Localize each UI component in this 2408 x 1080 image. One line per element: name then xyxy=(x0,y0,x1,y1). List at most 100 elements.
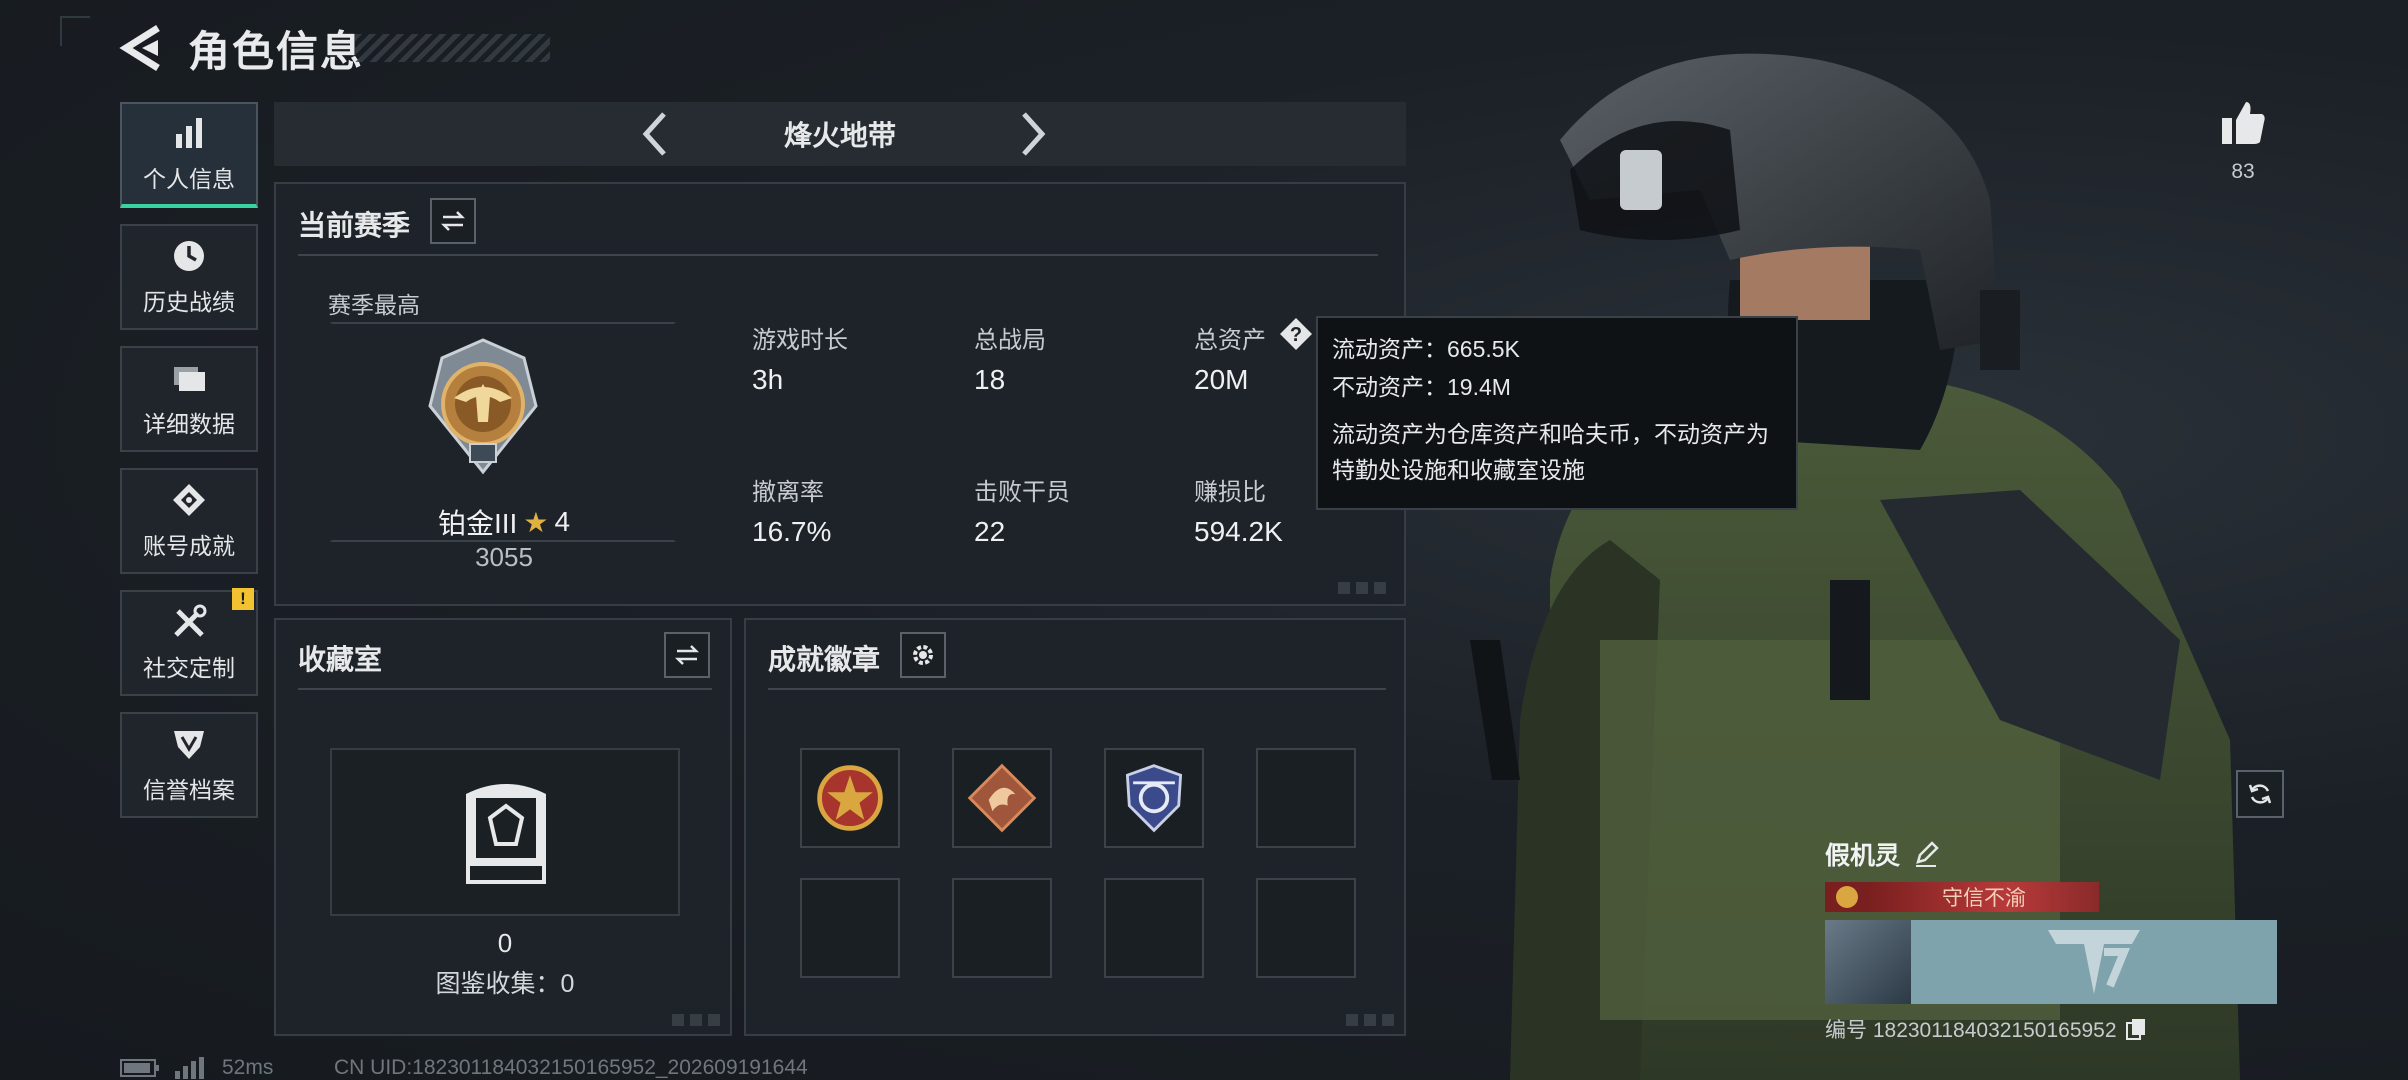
tools-icon xyxy=(174,604,207,637)
badge-slot-empty[interactable] xyxy=(1104,878,1204,978)
badge-slot[interactable] xyxy=(800,748,900,848)
stat-label: 击败干员 xyxy=(974,479,1070,506)
gear-icon xyxy=(913,645,933,665)
collection-panel: 收藏室 0 图鉴收集：0 xyxy=(274,618,732,1036)
stat-label: 撤离率 xyxy=(752,479,824,506)
sidebar-item-history[interactable]: 历史战绩 xyxy=(120,224,258,330)
stat-value: 18 xyxy=(974,364,1006,395)
mode-selector: 烽火地带 xyxy=(274,102,1406,166)
corner-decoration xyxy=(672,1014,722,1026)
edit-icon[interactable] xyxy=(1912,840,1940,868)
collection-display[interactable] xyxy=(330,748,680,916)
stat-value: 22 xyxy=(974,516,1006,547)
sidebar-item-achievements[interactable]: 账号成就 xyxy=(120,468,258,574)
rank-stars: 4 xyxy=(554,506,571,537)
sidebar-item-label: 社交定制 xyxy=(143,655,235,681)
badge-slot-empty[interactable] xyxy=(1256,878,1356,978)
help-icon[interactable]: ? xyxy=(1278,316,1314,352)
signal-icon xyxy=(175,1057,204,1079)
battery-icon xyxy=(120,1059,159,1077)
bar-chart-icon xyxy=(176,118,202,148)
sidebar-item-label: 信誉档案 xyxy=(143,777,235,803)
season-panel: 当前赛季 赛季最高 铂金III ★ 4 3055 游戏时长 3h 总战局 18 … xyxy=(274,182,1406,606)
badges-settings-button[interactable] xyxy=(900,632,946,678)
player-avatar[interactable] xyxy=(1825,920,1911,1004)
ping-value: 52ms xyxy=(222,1056,274,1079)
swap-icon xyxy=(440,211,466,231)
badge-slot[interactable] xyxy=(952,748,1052,848)
dragon-badge-icon xyxy=(967,763,1037,833)
player-card: 假机灵 守信不渝 编号 18230118403215016595​2 xyxy=(1825,836,2285,1044)
assets-tooltip: 流动资产：665.5K 不动资产：19.4M 流动资产为仓库资产和哈夫币，不动资… xyxy=(1316,316,1798,510)
rank-name: 铂金III xyxy=(437,508,518,539)
stat-value: 16.7% xyxy=(752,516,832,547)
sidebar-item-label: 个人信息 xyxy=(143,166,235,192)
season-title: 当前赛季 xyxy=(298,210,411,241)
badge-slot-empty[interactable] xyxy=(952,878,1052,978)
stat-value: 594.2K xyxy=(1194,516,1283,547)
rank-score: 3055 xyxy=(475,542,533,572)
thumbs-up-icon[interactable] xyxy=(2218,98,2268,148)
sidebar-item-social-custom[interactable]: 社交定制 ! xyxy=(120,588,258,696)
game-logo-icon xyxy=(2048,930,2140,994)
chevron-right-icon[interactable] xyxy=(1014,108,1052,160)
stat-value: 20M xyxy=(1194,364,1249,395)
chevron-left-icon[interactable] xyxy=(636,108,674,160)
back-arrow-icon[interactable] xyxy=(118,22,164,74)
display-case-icon xyxy=(466,784,546,884)
sidebar-item-label: 历史战绩 xyxy=(143,289,235,315)
status-bar: 52ms xyxy=(120,1056,273,1080)
like-count: 83 xyxy=(2231,160,2255,183)
tooltip-description: 流动资产为仓库资产和哈夫币，不动资产为特勤处设施和收藏室设施 xyxy=(1332,421,1769,483)
player-title-tag: 守信不渝 xyxy=(1869,882,2099,912)
divider xyxy=(768,688,1386,690)
sidebar-item-detailed-data[interactable]: 详细数据 xyxy=(120,346,258,452)
mode-title: 烽火地带 xyxy=(783,120,896,151)
page-title: 角色信息 xyxy=(188,28,365,75)
sidebar-item-personal-info[interactable]: 个人信息 xyxy=(120,102,258,208)
rotate-model-button[interactable] xyxy=(2236,770,2284,818)
shield-badge-icon xyxy=(1125,764,1183,833)
sidebar-item-label: 账号成就 xyxy=(143,533,235,559)
folder-icon xyxy=(174,367,205,391)
swap-icon xyxy=(674,645,700,665)
stat-value: 3h xyxy=(752,364,784,395)
achievement-icon xyxy=(173,484,205,516)
rank-emblem-icon xyxy=(428,338,538,475)
medal-badge-icon xyxy=(817,765,883,831)
clock-icon xyxy=(174,241,204,271)
title-emblem-icon xyxy=(1825,882,1869,912)
player-namecard[interactable] xyxy=(1911,920,2277,1004)
stat-label: 总资产 xyxy=(1194,327,1266,354)
season-switch-button[interactable] xyxy=(430,198,476,244)
collection-switch-button[interactable] xyxy=(664,632,710,678)
codex-count: 图鉴收集：0 xyxy=(435,970,575,998)
sidebar-item-label: 详细数据 xyxy=(143,411,235,437)
season-best-label: 赛季最高 xyxy=(328,292,420,318)
stat-label: 总战局 xyxy=(974,327,1046,354)
rank-label: 铂金III ★ 4 xyxy=(328,502,680,542)
player-name: 假机灵 xyxy=(1825,842,1901,870)
corner-decoration xyxy=(1346,1014,1396,1026)
divider xyxy=(298,688,712,690)
sidebar-item-credit-record[interactable]: 信誉档案 xyxy=(120,712,258,818)
player-id: 编号 18230118403215016595​2 xyxy=(1825,1019,2117,1042)
copy-icon[interactable] xyxy=(2125,1017,2147,1041)
badge-slot[interactable] xyxy=(1104,748,1204,848)
star-icon: ★ xyxy=(523,506,549,538)
tooltip-fixed-assets: 不动资产：19.4M xyxy=(1332,374,1511,400)
badge-slot-empty[interactable] xyxy=(1256,748,1356,848)
notification-badge: ! xyxy=(232,588,254,610)
corner-decoration xyxy=(60,16,90,46)
stat-label: 游戏时长 xyxy=(752,327,848,354)
collection-count: 0 xyxy=(497,928,513,958)
corner-decoration xyxy=(1338,582,1388,594)
stat-label: 赚损比 xyxy=(1194,479,1266,506)
shield-icon xyxy=(174,731,204,759)
divider xyxy=(298,254,1378,256)
collection-title: 收藏室 xyxy=(298,644,383,675)
badge-slot-empty[interactable] xyxy=(800,878,900,978)
refresh-icon xyxy=(2248,784,2272,804)
svg-text:?: ? xyxy=(1290,324,1302,346)
badges-title: 成就徽章 xyxy=(768,644,881,675)
